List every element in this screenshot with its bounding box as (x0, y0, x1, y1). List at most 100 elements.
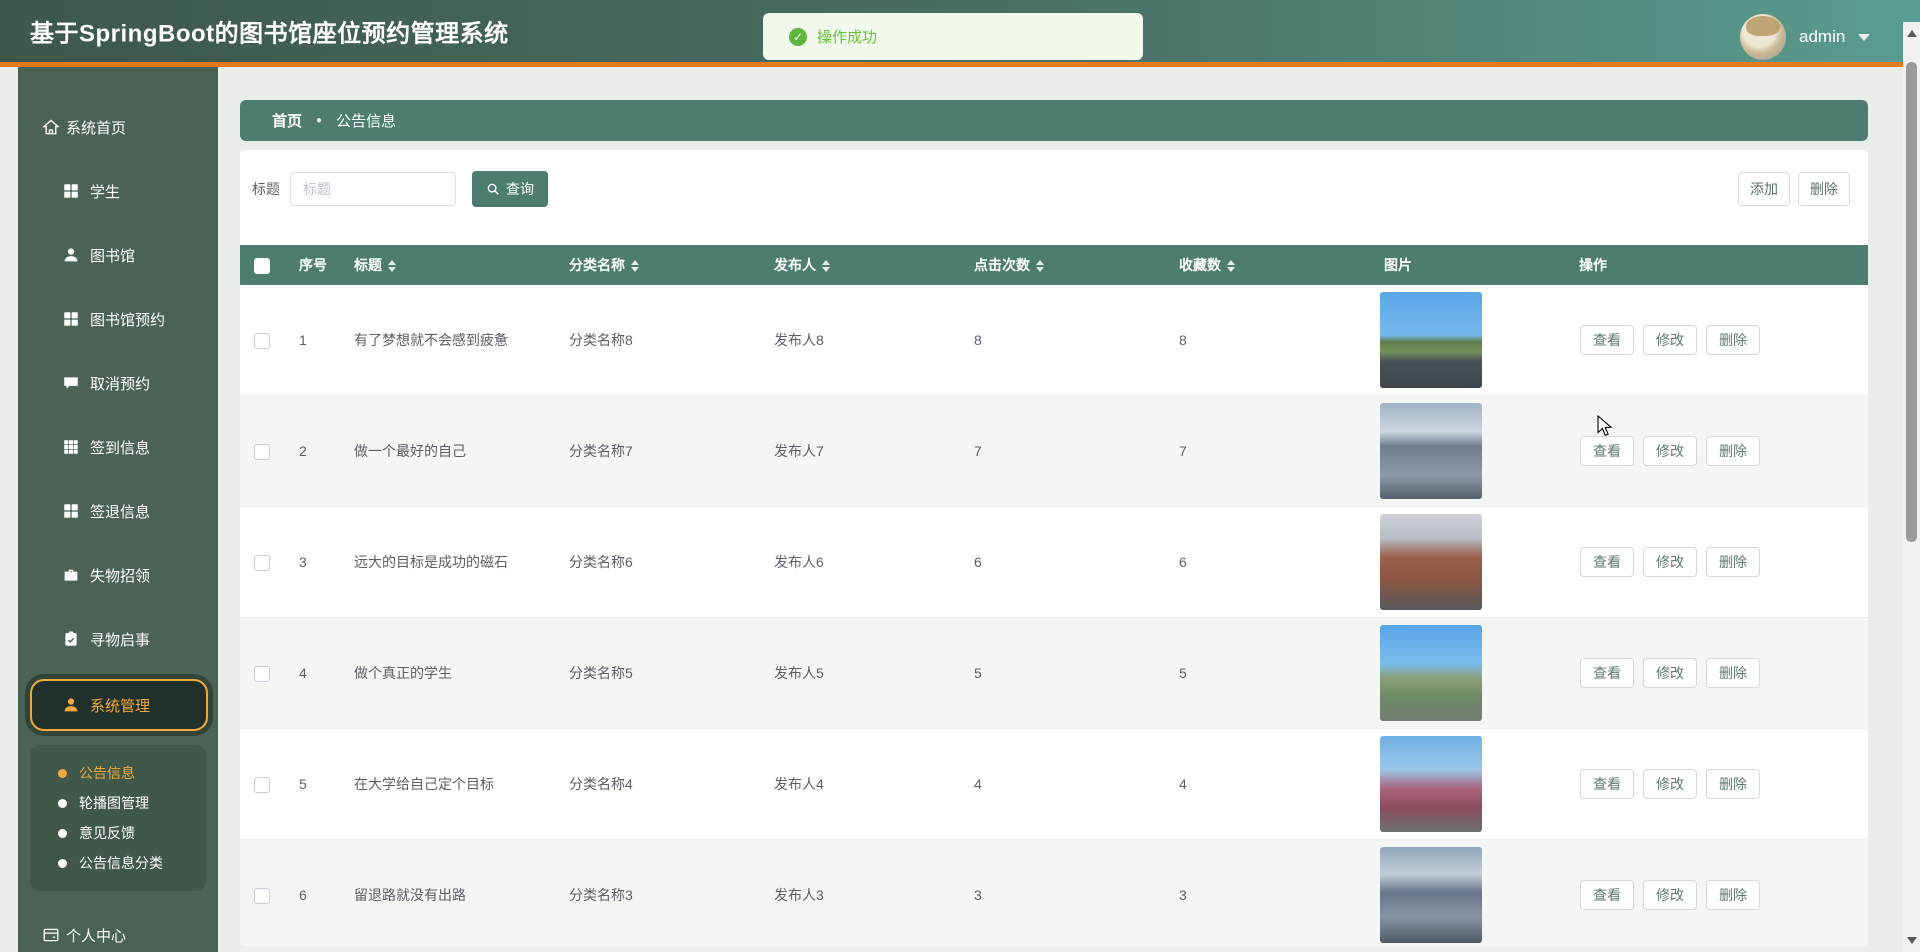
sort-icon[interactable] (822, 260, 830, 272)
delete-button[interactable]: 删除 (1798, 172, 1850, 206)
table-body: 1 有了梦想就不会感到疲惫 分类名称8 发布人8 8 8 查看 修改 删除 2 … (240, 285, 1868, 946)
title-search-input[interactable] (290, 172, 456, 206)
view-button[interactable]: 查看 (1580, 325, 1634, 355)
sidebar-item-label: 失物招领 (90, 565, 150, 586)
edit-button[interactable]: 修改 (1643, 547, 1697, 577)
photo-brick-courtyard (1380, 514, 1482, 610)
column-favorites[interactable]: 收藏数 (1165, 255, 1370, 275)
row-checkbox[interactable] (254, 777, 270, 793)
delete-row-button[interactable]: 删除 (1706, 880, 1760, 910)
row-title: 远大的目标是成功的磁石 (340, 552, 555, 572)
row-checkbox[interactable] (254, 666, 270, 682)
row-clicks: 3 (960, 887, 1165, 903)
row-checkbox[interactable] (254, 555, 270, 571)
row-actions: 查看 修改 删除 (1565, 658, 1868, 688)
view-button[interactable]: 查看 (1580, 436, 1634, 466)
breadcrumb-home[interactable]: 首页 (272, 110, 302, 131)
view-button[interactable]: 查看 (1580, 769, 1634, 799)
row-favorites: 8 (1165, 332, 1370, 348)
sidebar-item[interactable]: 图书馆 (18, 223, 218, 287)
sidebar-item-label: 取消预约 (90, 373, 150, 394)
filter-toolbar: 标题 查询 添加 删除 (252, 171, 1850, 207)
query-button[interactable]: 查询 (472, 171, 548, 207)
row-checkbox[interactable] (254, 444, 270, 460)
add-button[interactable]: 添加 (1738, 172, 1790, 206)
sort-icon[interactable] (1036, 260, 1044, 272)
content-card: 标题 查询 添加 删除 序号 标题 分类名称 发布人 点击次数 收藏数 图片 操… (240, 150, 1868, 946)
scrollbar-thumb[interactable] (1906, 62, 1917, 542)
row-actions: 查看 修改 删除 (1565, 769, 1868, 799)
row-favorites: 6 (1165, 554, 1370, 570)
sidebar-item[interactable]: 取消预约 (18, 351, 218, 415)
vertical-scrollbar[interactable] (1903, 22, 1920, 952)
check-circle-icon: ✓ (789, 28, 807, 46)
sidebar-item[interactable]: 系统首页 (18, 95, 218, 159)
chevron-down-icon (1858, 34, 1870, 41)
row-publisher: 发布人3 (760, 885, 960, 905)
row-title: 做一个最好的自己 (340, 441, 555, 461)
bullet-dot-icon (58, 769, 67, 778)
scroll-down-arrow-icon[interactable] (1907, 937, 1917, 944)
column-index: 序号 (285, 255, 340, 275)
sidebar-submenu-item[interactable]: 轮播图管理 (30, 788, 206, 818)
delete-row-button[interactable]: 删除 (1706, 658, 1760, 688)
row-clicks: 5 (960, 665, 1165, 681)
sidebar-submenu-item[interactable]: 公告信息分类 (30, 848, 206, 878)
edit-button[interactable]: 修改 (1643, 769, 1697, 799)
avatar[interactable] (1740, 14, 1786, 60)
submenu-item-label: 意见反馈 (79, 823, 135, 843)
delete-row-button[interactable]: 删除 (1706, 769, 1760, 799)
row-title: 在大学给自己定个目标 (340, 774, 555, 794)
edit-button[interactable]: 修改 (1643, 325, 1697, 355)
select-all-checkbox[interactable] (254, 258, 270, 274)
clipboard-icon (62, 630, 80, 648)
edit-button[interactable]: 修改 (1643, 880, 1697, 910)
scroll-up-arrow-icon[interactable] (1907, 30, 1917, 37)
bullet-dot-icon (58, 859, 67, 868)
delete-row-button[interactable]: 删除 (1706, 325, 1760, 355)
row-category: 分类名称8 (555, 330, 760, 350)
sidebar-item-label: 学生 (90, 181, 120, 202)
sidebar-item[interactable]: 签退信息 (18, 479, 218, 543)
sort-icon[interactable] (631, 260, 639, 272)
table-row: 4 做个真正的学生 分类名称5 发布人5 5 5 查看 修改 删除 (240, 618, 1868, 729)
sidebar-item[interactable]: 学生 (18, 159, 218, 223)
view-button[interactable]: 查看 (1580, 547, 1634, 577)
user-menu[interactable]: admin (1740, 14, 1870, 60)
sidebar-submenu-item[interactable]: 公告信息 (30, 758, 206, 788)
edit-button[interactable]: 修改 (1643, 658, 1697, 688)
sidebar-item-personal-center[interactable]: 个人中心 (18, 915, 218, 952)
column-category[interactable]: 分类名称 (555, 255, 760, 275)
edit-button[interactable]: 修改 (1643, 436, 1697, 466)
sidebar-submenu-item[interactable]: 意见反馈 (30, 818, 206, 848)
delete-row-button[interactable]: 删除 (1706, 547, 1760, 577)
photo-courtyard-sky (1380, 403, 1482, 499)
row-title: 有了梦想就不会感到疲惫 (340, 330, 555, 350)
view-button[interactable]: 查看 (1580, 880, 1634, 910)
briefcase-icon (62, 566, 80, 584)
row-clicks: 7 (960, 443, 1165, 459)
row-publisher: 发布人5 (760, 663, 960, 683)
row-checkbox[interactable] (254, 888, 270, 904)
view-button[interactable]: 查看 (1580, 658, 1634, 688)
sort-icon[interactable] (1227, 260, 1235, 272)
submenu-item-label: 公告信息 (79, 763, 135, 783)
sidebar-item[interactable]: 图书馆预约 (18, 287, 218, 351)
grid9-icon (62, 438, 80, 456)
column-title[interactable]: 标题 (340, 255, 555, 275)
table-row: 3 远大的目标是成功的磁石 分类名称6 发布人6 6 6 查看 修改 删除 (240, 507, 1868, 618)
column-publisher[interactable]: 发布人 (760, 255, 960, 275)
sidebar-item-label: 签到信息 (90, 437, 150, 458)
sort-icon[interactable] (388, 260, 396, 272)
sidebar-item[interactable]: 签到信息 (18, 415, 218, 479)
row-publisher: 发布人6 (760, 552, 960, 572)
column-clicks[interactable]: 点击次数 (960, 255, 1165, 275)
sidebar-item-label: 图书馆预约 (90, 309, 165, 330)
row-checkbox[interactable] (254, 333, 270, 349)
sidebar-item-system-management[interactable]: 系统管理 (30, 679, 208, 731)
row-clicks: 4 (960, 776, 1165, 792)
sidebar-item[interactable]: 失物招领 (18, 543, 218, 607)
sidebar-item-label: 系统管理 (90, 695, 150, 716)
sidebar-item[interactable]: 寻物启事 (18, 607, 218, 671)
delete-row-button[interactable]: 删除 (1706, 436, 1760, 466)
